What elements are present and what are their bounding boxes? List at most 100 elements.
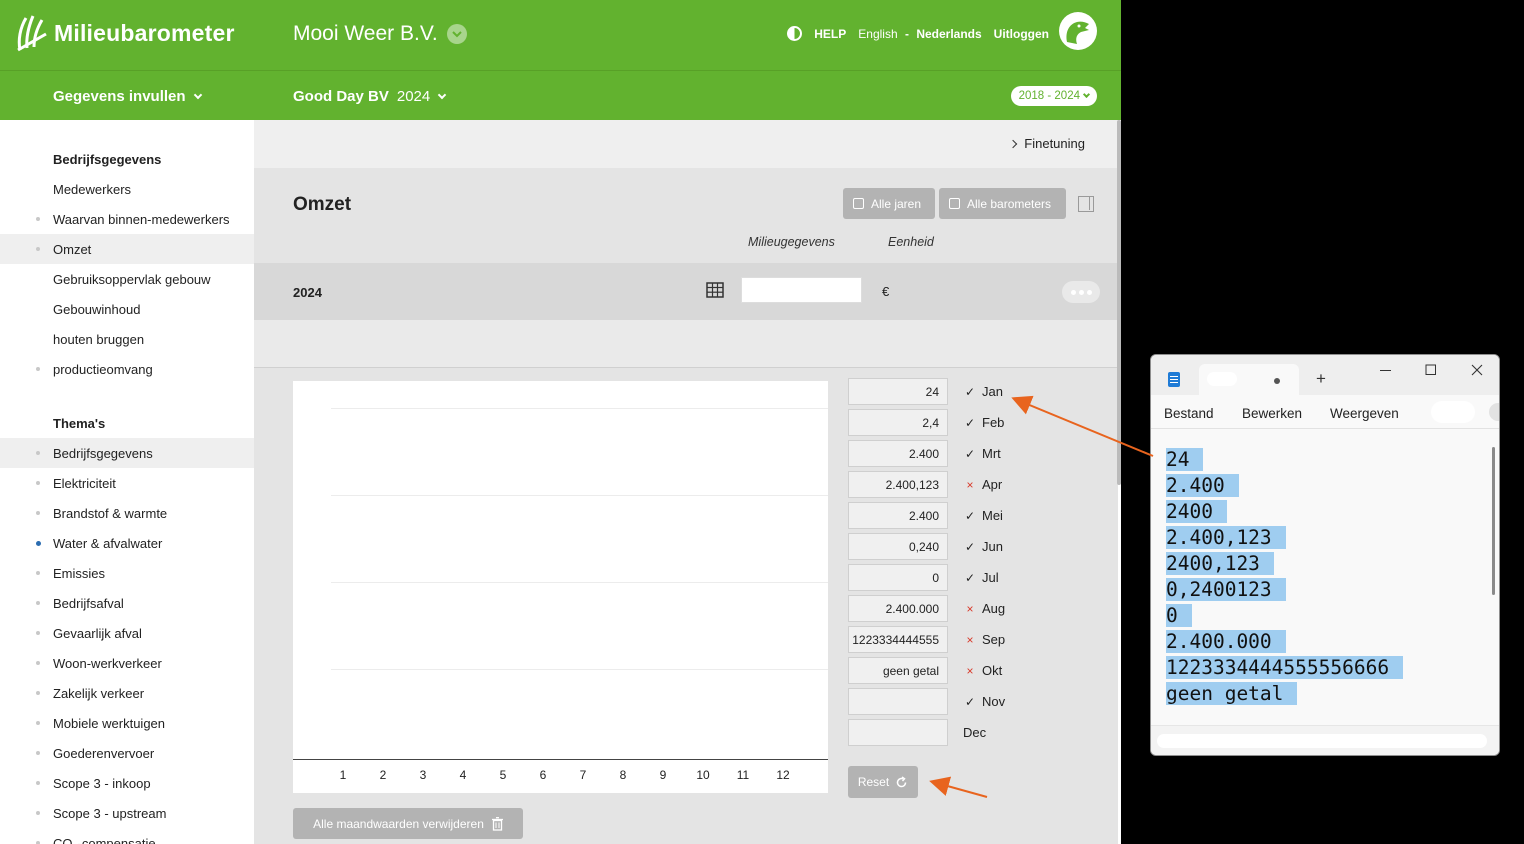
checkmark-icon: ✓: [964, 447, 976, 461]
reset-button[interactable]: Reset: [848, 766, 918, 798]
selected-text: 2400,123: [1166, 552, 1274, 575]
sidebar-item[interactable]: Gebruiksoppervlak gebouw: [0, 264, 254, 294]
logout-link[interactable]: Uitloggen: [994, 27, 1049, 41]
month-label: Jul: [982, 570, 999, 585]
notepad-line: 1223334444555556666: [1166, 655, 1404, 681]
clear-month-values-button[interactable]: Alle maandwaarden verwijderen: [293, 808, 523, 839]
menu-edit[interactable]: Bewerken: [1242, 406, 1302, 421]
bullet-icon: [36, 571, 40, 575]
sidebar-item[interactable]: Waarvan binnen-medewerkers: [0, 204, 254, 234]
sidebar-item-label: Water & afvalwater: [53, 535, 163, 551]
bullet-icon: [36, 481, 40, 485]
sidebar-theme-item[interactable]: Mobiele werktuigen: [0, 708, 254, 738]
sidebar-theme-item[interactable]: Bedrijfsgegevens: [0, 438, 254, 468]
sidebar-theme-item[interactable]: Zakelijk verkeer: [0, 678, 254, 708]
month-value-input[interactable]: 2.400.000: [848, 595, 948, 622]
close-icon[interactable]: [1471, 364, 1483, 376]
chevron-down-icon: [446, 24, 467, 44]
bullet-icon: [36, 691, 40, 695]
month-value-input[interactable]: 2.400: [848, 440, 948, 467]
sidebar-theme-item[interactable]: Goederenvervoer: [0, 738, 254, 768]
avatar[interactable]: [1059, 12, 1097, 50]
notepad-text-area[interactable]: 24 2.400 2400 2.400,123 2400,123 0,2400123 0 2.…: [1166, 447, 1404, 707]
month-value-input[interactable]: [848, 688, 948, 715]
sidebar-item[interactable]: Omzet: [0, 234, 254, 264]
all-years-toggle[interactable]: Alle jaren: [843, 188, 935, 219]
sidebar-item-label: Brandstof & warmte: [53, 505, 168, 521]
month-value-input[interactable]: 2,4: [848, 409, 948, 436]
unsaved-dot-icon[interactable]: [1274, 378, 1280, 384]
more-options-button[interactable]: [1062, 281, 1100, 303]
notepad-line: 2.400,123: [1166, 525, 1403, 551]
sidebar-theme-item[interactable]: Scope 3 - inkoop: [0, 768, 254, 798]
month-value-input[interactable]: 1223334444555: [848, 626, 948, 653]
sidebar-item-label: Woon-werkverkeer: [53, 655, 162, 671]
organization-name: Mooi Weer B.V.: [293, 22, 438, 45]
chart-gridline: [331, 408, 828, 409]
sidebar-item[interactable]: productieomvang: [0, 354, 254, 384]
sidebar-item[interactable]: Medewerkers: [0, 174, 254, 204]
month-value-input[interactable]: 2.400: [848, 502, 948, 529]
minimize-icon[interactable]: [1380, 369, 1392, 372]
sidebar-theme-item[interactable]: CO₂-compensatie: [0, 828, 254, 844]
sidebar-section-company[interactable]: Bedrijfsgegevens: [53, 152, 161, 167]
side-panel-icon[interactable]: [1078, 196, 1094, 212]
mascot-icon: [1066, 21, 1089, 44]
year-value-input[interactable]: [741, 277, 862, 303]
table-icon[interactable]: [706, 282, 724, 298]
month-value-input[interactable]: 2.400,123: [848, 471, 948, 498]
notepad-tab[interactable]: [1199, 364, 1299, 395]
month-value-input[interactable]: [848, 719, 948, 746]
maximize-icon[interactable]: [1425, 364, 1437, 376]
main-scrollbar[interactable]: [1117, 120, 1121, 485]
new-tab-button[interactable]: +: [1316, 369, 1326, 389]
month-value-input[interactable]: geen getal: [848, 657, 948, 684]
sidebar-section-themes[interactable]: Thema's: [53, 416, 105, 431]
sidebar-theme-item[interactable]: Brandstof & warmte: [0, 498, 254, 528]
checkmark-icon: ✓: [964, 540, 976, 554]
refresh-icon: [896, 775, 907, 787]
sidebar-theme-item[interactable]: Gevaarlijk afval: [0, 618, 254, 648]
sidebar-theme-item[interactable]: Bedrijfsafval: [0, 588, 254, 618]
all-barometers-label: Alle barometers: [967, 196, 1052, 211]
sidebar-theme-item[interactable]: Water & afvalwater: [0, 528, 254, 558]
help-link[interactable]: HELP: [814, 27, 846, 41]
logo[interactable]: Milieubarometer: [16, 14, 235, 52]
x-tick-label: 1: [339, 768, 347, 782]
bullet-icon: [36, 661, 40, 665]
company-year-selector[interactable]: Good Day BV 2024: [293, 88, 447, 105]
menu-view[interactable]: Weergeven: [1330, 406, 1399, 421]
finetuning-label: Finetuning: [1024, 136, 1085, 151]
all-barometers-toggle[interactable]: Alle barometers: [939, 188, 1066, 219]
notepad-line: 0,2400123: [1166, 577, 1403, 603]
month-value-input[interactable]: 0: [848, 564, 948, 591]
year-range-selector[interactable]: 2018 - 2024: [1010, 86, 1097, 106]
bullet-icon: [36, 451, 40, 455]
data-entry-menu[interactable]: Gegevens invullen: [53, 88, 202, 105]
x-tick-label: 11: [736, 768, 750, 782]
sidebar-theme-item[interactable]: Emissies: [0, 558, 254, 588]
header-links: HELP English - Nederlands Uitloggen: [775, 26, 1049, 41]
month-label: Dec: [963, 725, 987, 740]
error-cross-icon: ×: [966, 602, 974, 616]
sidebar-item[interactable]: houten bruggen: [0, 324, 254, 354]
notepad-scrollbar[interactable]: [1492, 447, 1495, 595]
contrast-icon[interactable]: [787, 26, 803, 41]
month-value-input[interactable]: 24: [848, 378, 948, 405]
sidebar-theme-item[interactable]: Woon-werkverkeer: [0, 648, 254, 678]
selected-text: 2.400.000: [1166, 630, 1286, 653]
sidebar-theme-item[interactable]: Scope 3 - upstream: [0, 798, 254, 828]
sidebar-item[interactable]: Gebouwinhoud: [0, 294, 254, 324]
finetuning-link[interactable]: Finetuning: [1009, 136, 1085, 151]
monthly-chart: 1 2 3 4 5 6 7 8 9 10 11 12: [293, 381, 828, 793]
lang-english[interactable]: English: [858, 27, 897, 41]
clear-month-values-label: Alle maandwaarden verwijderen: [313, 816, 484, 831]
menu-file[interactable]: Bestand: [1164, 406, 1214, 421]
settings-icon[interactable]: [1489, 403, 1499, 421]
month-value-input[interactable]: 0,240: [848, 533, 948, 560]
chart-gridline: [331, 495, 828, 496]
sidebar-item-label: Emissies: [53, 565, 106, 581]
sidebar-theme-item[interactable]: Elektriciteit: [0, 468, 254, 498]
organization-selector[interactable]: Mooi Weer B.V.: [293, 22, 467, 46]
lang-dutch[interactable]: Nederlands: [916, 27, 981, 41]
